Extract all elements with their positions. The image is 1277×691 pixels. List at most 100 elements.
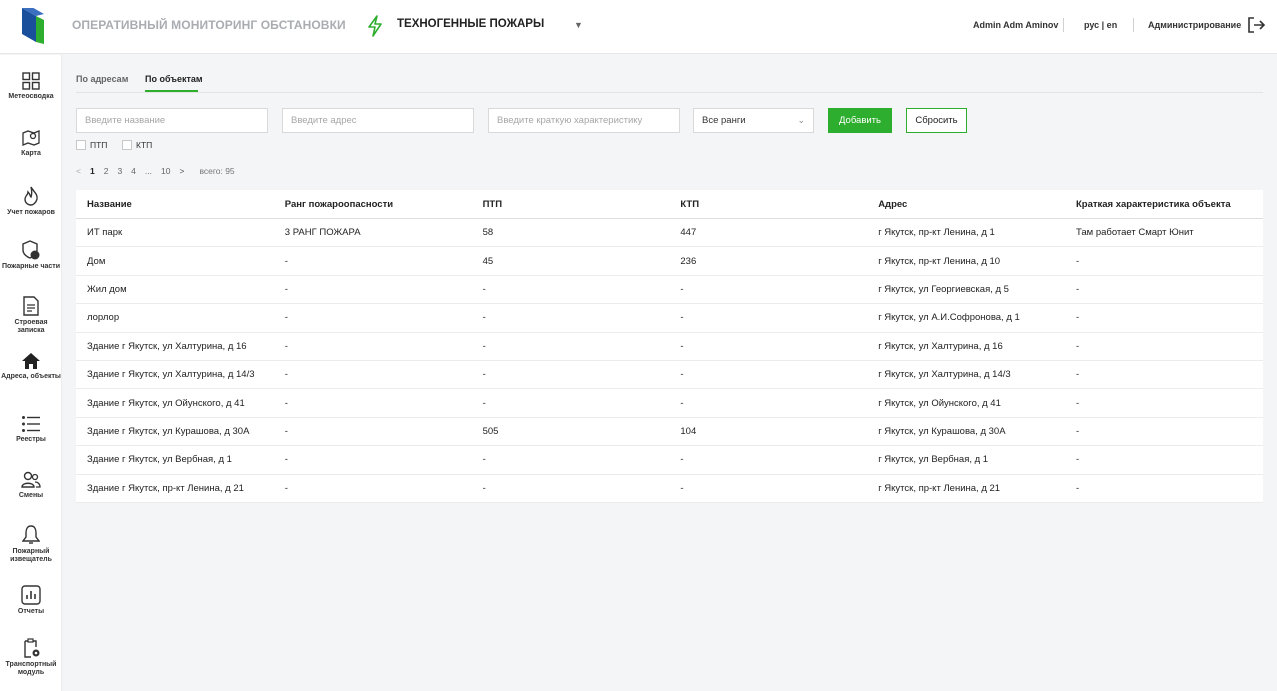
column-header[interactable]: Адрес bbox=[867, 199, 1065, 210]
table-cell: - bbox=[680, 397, 684, 409]
page-link[interactable]: 10 bbox=[161, 166, 170, 176]
table-header: Название Ранг пожароопасности ПТП КТП Ад… bbox=[76, 190, 1263, 219]
table-cell: Здание г Якутск, ул Курашова, д 30А bbox=[87, 425, 250, 437]
fire-station-icon bbox=[22, 240, 40, 260]
user-name[interactable]: Admin Adm Aminov bbox=[973, 20, 1058, 30]
page-link[interactable]: 2 bbox=[104, 166, 109, 176]
column-header[interactable]: Краткая характеристика объекта bbox=[1065, 199, 1263, 210]
table-cell: - bbox=[680, 283, 684, 295]
page-ellipsis[interactable]: ... bbox=[145, 166, 152, 176]
table-row[interactable]: Здание г Якутск, ул Ойунского, д 41 - - - г … bbox=[76, 389, 1263, 418]
sidebar-item-weather[interactable]: Метеосводка bbox=[0, 72, 62, 101]
next-page-icon[interactable]: > bbox=[179, 166, 184, 176]
table-cell: г Якутск, ул Вербная, д 1 bbox=[878, 454, 989, 466]
table-cell: 236 bbox=[680, 255, 697, 267]
table-cell: 447 bbox=[680, 227, 697, 239]
table-cell: - bbox=[1075, 340, 1080, 352]
sidebar-item-label: Пожарный извещатель bbox=[10, 548, 52, 563]
table-cell: г Якутск, ул Георгиевская, д 5 bbox=[878, 283, 1009, 295]
reset-button[interactable]: Сбросить bbox=[906, 108, 967, 133]
rank-select-value: Все ранги bbox=[702, 115, 746, 126]
logo-icon[interactable] bbox=[22, 8, 44, 44]
objects-table: Название Ранг пожароопасности ПТП КТП Ад… bbox=[76, 190, 1263, 503]
header-divider bbox=[1063, 18, 1064, 32]
sidebar-item-shifts[interactable]: Смены bbox=[0, 471, 62, 500]
prev-page-icon[interactable]: < bbox=[76, 166, 81, 176]
add-button[interactable]: Добавить bbox=[828, 108, 892, 133]
table-row[interactable]: Здание г Якутск, ул Халтурина, д 14/3 - - -… bbox=[76, 361, 1263, 390]
tabs-divider bbox=[76, 92, 1263, 93]
ktp-checkbox[interactable]: КТП bbox=[122, 140, 152, 150]
table-cell: - bbox=[284, 397, 288, 409]
module-title[interactable]: ТЕХНОГЕННЫЕ ПОЖАРЫ bbox=[397, 18, 544, 30]
table-cell: - bbox=[1075, 283, 1080, 295]
admin-link[interactable]: Администрирование bbox=[1148, 20, 1241, 30]
table-row[interactable]: лорлор - - - г Якутск, ул А.И.Софронова, д 1… bbox=[76, 304, 1263, 333]
table-cell: - bbox=[680, 482, 684, 494]
table-body: ИТ парк 3 РАНГ ПОЖАРА 58 447 г Якутск, пр-кт… bbox=[76, 219, 1263, 503]
table-cell: Здание г Якутск, ул Халтурина, д 14/3 bbox=[87, 369, 255, 381]
column-header[interactable]: Название bbox=[76, 199, 274, 210]
page-link[interactable]: 3 bbox=[117, 166, 122, 176]
description-search-input[interactable] bbox=[488, 108, 680, 133]
table-row[interactable]: Здание г Якутск, пр-кт Ленина, д 21 - - - г … bbox=[76, 475, 1263, 503]
lightning-icon bbox=[368, 15, 382, 37]
sidebar-item-addresses[interactable]: Адреса, объекты bbox=[0, 352, 62, 381]
table-row[interactable]: Здание г Якутск, ул Курашова, д 30А - 505 1… bbox=[76, 418, 1263, 447]
module-dropdown-caret-icon[interactable]: ▼ bbox=[574, 20, 583, 30]
page-link[interactable]: 1 bbox=[90, 166, 95, 176]
table-row[interactable]: ИТ парк 3 РАНГ ПОЖАРА 58 447 г Якутск, пр-кт… bbox=[76, 219, 1263, 248]
language-switch[interactable]: рус | en bbox=[1084, 20, 1117, 30]
sidebar-item-fire-detector[interactable]: Пожарный извещатель bbox=[0, 525, 62, 564]
table-cell: - bbox=[680, 369, 684, 381]
tab-by-objects[interactable]: По объектам bbox=[145, 74, 203, 84]
table-cell: - bbox=[1075, 369, 1080, 381]
rank-select[interactable]: Все ранги ⌄ bbox=[693, 108, 814, 133]
column-header[interactable]: КТП bbox=[669, 199, 867, 210]
clipboard-gear-icon bbox=[24, 638, 40, 658]
pagination: < 1 2 3 4 ... 10 > всего: 95 bbox=[76, 166, 244, 176]
address-search-input[interactable] bbox=[282, 108, 474, 133]
sidebar-item-label: Учет пожаров bbox=[7, 209, 55, 216]
sidebar-item-label: Пожарные части bbox=[1, 263, 61, 270]
table-cell: - bbox=[1075, 397, 1080, 409]
table-cell: г Якутск, пр-кт Ленина, д 21 bbox=[878, 482, 1001, 494]
map-icon bbox=[22, 130, 40, 146]
ptp-checkbox[interactable]: ПТП bbox=[76, 140, 107, 150]
sidebar-item-fire-stations[interactable]: Пожарные части bbox=[0, 240, 62, 271]
table-cell: 58 bbox=[482, 227, 494, 239]
column-header[interactable]: Ранг пожароопасности bbox=[274, 199, 472, 210]
table-cell: Здание г Якутск, пр-кт Ленина, д 21 bbox=[87, 482, 244, 494]
table-row[interactable]: Жил дом - - - г Якутск, ул Георгиевская, д 5… bbox=[76, 276, 1263, 305]
sidebar-item-transport[interactable]: Транспортный модуль bbox=[0, 638, 62, 677]
chevron-down-icon: ⌄ bbox=[797, 115, 805, 125]
table-cell: - bbox=[482, 454, 486, 466]
table-cell: - bbox=[482, 312, 486, 324]
checkbox-box[interactable] bbox=[76, 140, 86, 150]
table-cell: - bbox=[680, 340, 684, 352]
sidebar-item-label: Метеосводка bbox=[8, 93, 54, 100]
sidebar-item-fires[interactable]: Учет пожаров bbox=[0, 186, 62, 217]
sidebar-item-registries[interactable]: Реестры bbox=[0, 415, 62, 444]
table-cell: - bbox=[284, 482, 288, 494]
table-cell: - bbox=[1075, 255, 1080, 267]
table-cell: г Якутск, ул Ойунского, д 41 bbox=[878, 397, 1001, 409]
name-search-input[interactable] bbox=[76, 108, 268, 133]
table-cell: - bbox=[482, 482, 486, 494]
table-row[interactable]: Дом - 45 236 г Якутск, пр-кт Ленина, д 10 - bbox=[76, 247, 1263, 276]
table-cell: - bbox=[680, 454, 684, 466]
table-cell: - bbox=[284, 454, 288, 466]
table-row[interactable]: Здание г Якутск, ул Вербная, д 1 - - - г Яку… bbox=[76, 446, 1263, 475]
table-cell: Здание г Якутск, ул Ойунского, д 41 bbox=[87, 397, 245, 409]
table-row[interactable]: Здание г Якутск, ул Халтурина, д 16 - - - г … bbox=[76, 333, 1263, 361]
tab-by-addresses[interactable]: По адресам bbox=[76, 74, 128, 84]
table-cell: - bbox=[1075, 482, 1080, 494]
sidebar-item-map[interactable]: Карта bbox=[0, 129, 62, 158]
sidebar-item-roster[interactable]: Строевая записка bbox=[0, 296, 62, 335]
page-link[interactable]: 4 bbox=[131, 166, 136, 176]
column-header[interactable]: ПТП bbox=[472, 199, 670, 210]
sidebar-item-reports[interactable]: Отчеты bbox=[0, 585, 62, 616]
logout-icon[interactable] bbox=[1246, 15, 1266, 35]
checkbox-box[interactable] bbox=[122, 140, 132, 150]
bell-icon bbox=[22, 525, 40, 544]
